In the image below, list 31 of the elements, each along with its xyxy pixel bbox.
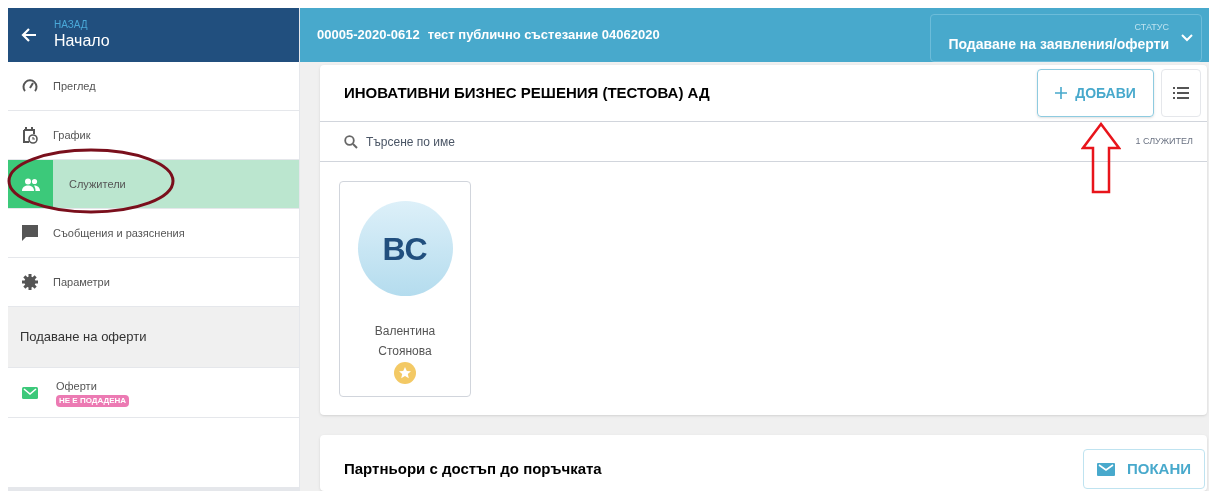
status-value: Подаване на заявления/оферти [948,35,1169,55]
employee-count: 1 СЛУЖИТЕЛ [1135,134,1193,148]
chevron-down-icon [1181,34,1193,42]
people-icon [21,177,40,191]
mail-icon [22,386,38,399]
gauge-icon [22,78,38,94]
calendar-clock-icon [22,126,38,144]
list-icon [1173,87,1189,99]
avatar: ВС [357,201,453,296]
back-label: НАЗАД [54,19,89,31]
sidebar-item[interactable]: Служители [8,160,299,209]
back-header[interactable]: НАЗАД Начало [8,8,299,62]
company-name: ИНОВАТИВНИ БИЗНЕС РЕШЕНИЯ (ТЕСТОВА) АД [344,82,710,103]
search-icon [344,134,358,149]
partners-title: Партньори с достъп до поръчката [344,459,602,479]
status-label: СТАТУС [1134,20,1169,34]
search-field[interactable]: Търсене по име [366,132,1136,151]
status-badge: НЕ Е ПОДАДЕНА [56,394,130,407]
employee-card[interactable]: ВС Валентина Стоянова [339,181,471,397]
up-arrow [1081,122,1121,194]
list-view-button[interactable] [1161,69,1201,117]
back-title: Начало [54,31,110,51]
plus-icon [1055,87,1068,99]
employee-name: Валентина Стоянова [373,323,437,360]
section-heading: Подаване на оферти [20,328,147,347]
back-arrow-icon [20,26,38,44]
procurement-code: 00005-2020-0612 [317,26,420,45]
chat-icon [22,225,38,241]
settings-icon [22,274,38,290]
procurement-title: тест публично състезание 04062020 [427,26,660,45]
mail-icon [1096,462,1115,476]
